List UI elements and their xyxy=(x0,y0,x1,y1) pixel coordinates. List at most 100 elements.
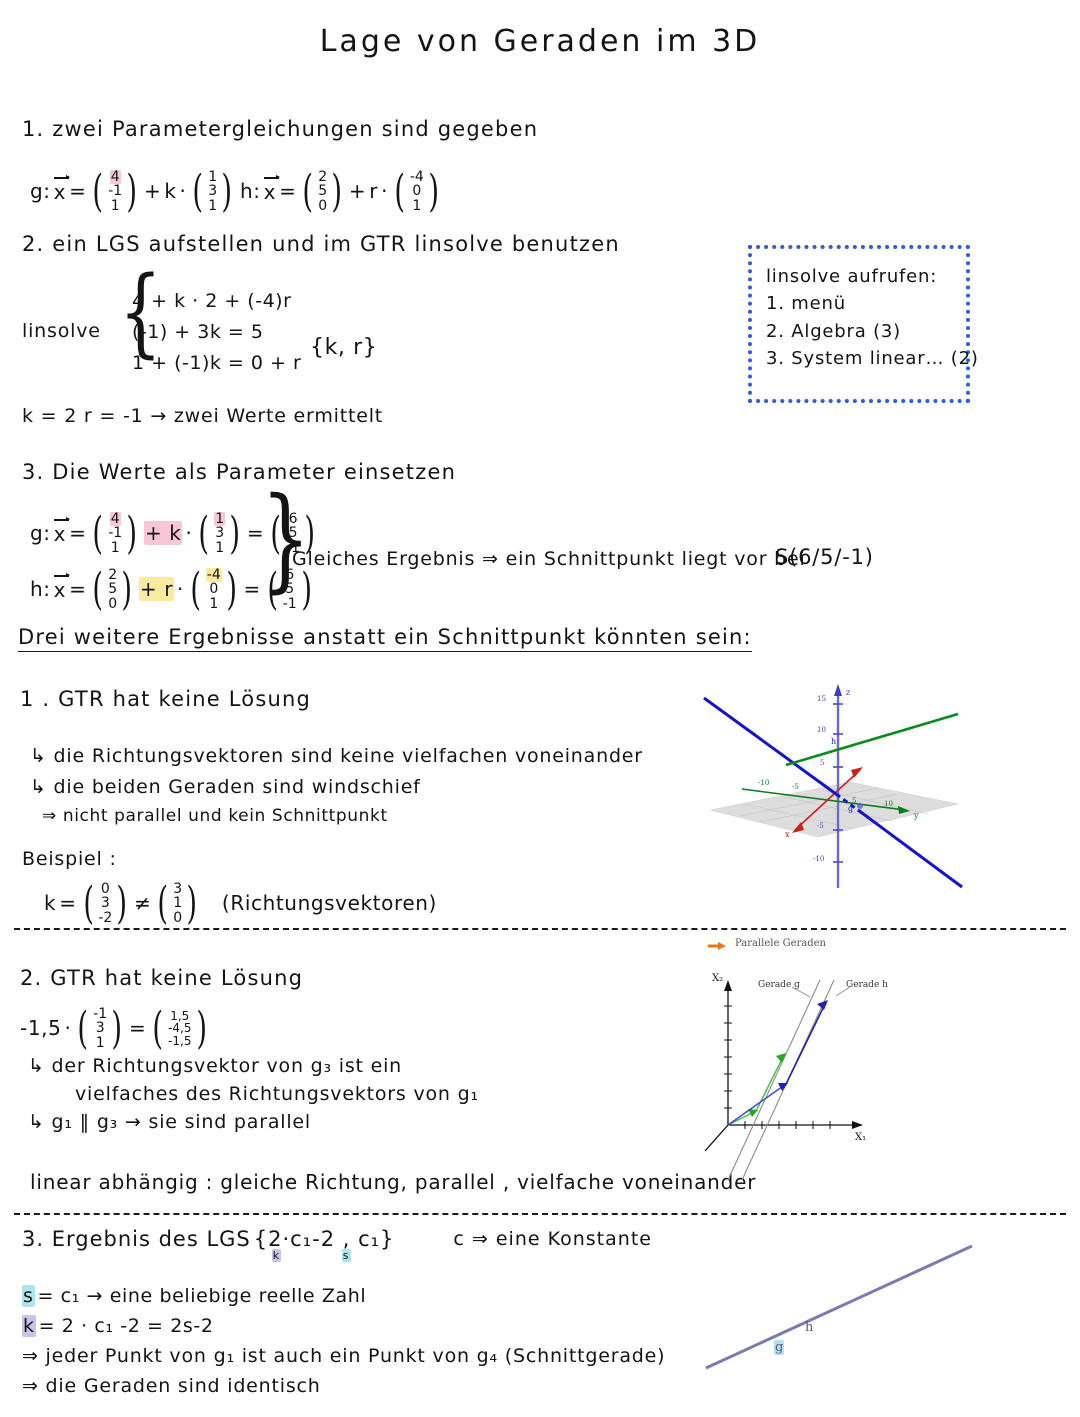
dot-operator: · xyxy=(177,577,185,602)
xy-tick-label: -5 xyxy=(792,783,799,791)
figure-label-h: h xyxy=(805,1320,814,1335)
case2-bullet: ↳ der Richtungsvektor von g₃ ist ein xyxy=(28,1055,403,1077)
figure-identical-lines: h g xyxy=(700,1228,980,1378)
equals-sign: = xyxy=(279,179,297,204)
vector-component: 1 xyxy=(110,539,120,556)
paren-open: ( xyxy=(92,165,104,217)
figure-parallel-lines: Parallele Geraden X₂ X₁ Gerade g Gerade … xyxy=(700,938,975,1190)
case3-line-text: = c₁ → eine beliebige reelle Zahl xyxy=(37,1285,367,1307)
case1-example-equation: k = ( 0 3 -2 ) ≠ ( 3 1 0 ) (Richtungsvek… xyxy=(44,877,437,929)
dot-operator: · xyxy=(185,521,193,546)
line-g-blue xyxy=(703,696,837,796)
solution-set-kr: {k, r} xyxy=(310,335,378,360)
lgs-equation-row: 1 + (-1)k = 0 + r xyxy=(132,351,302,374)
vector-component: 3 xyxy=(215,525,225,542)
figure-line-label-g: g xyxy=(848,804,854,813)
example-vector-a: ( 0 3 -2 ) xyxy=(80,877,132,929)
variable-k: k xyxy=(22,1315,36,1337)
vector-component: 0 xyxy=(108,595,118,612)
section-separator-1 xyxy=(14,928,1066,930)
alternatives-heading: Drei weitere Ergebnisse anstatt ein Schn… xyxy=(18,625,752,652)
lgs-equations: 4 + k · 2 + (-4)r (-1) + 3k = 5 1 + (-1)… xyxy=(132,286,301,378)
vector-component: -1 xyxy=(108,183,123,200)
figure-line-label-h: h xyxy=(831,737,837,746)
g-support-vector: ( 4 -1 1 ) xyxy=(89,507,141,559)
case3-constant-note: c ⇒ eine Konstante xyxy=(453,1228,652,1250)
g-direction-vector: ( 1 3 1 ) xyxy=(195,507,243,559)
figure-label-g: g xyxy=(774,1340,785,1355)
vector-component: 3 xyxy=(208,183,218,200)
step3-heading: 3. Die Werte als Parameter einsetzen xyxy=(22,460,457,484)
not-equal-sign: ≠ xyxy=(134,891,152,916)
case3-heading-row: 3. Ergebnis des LGS {2·c₁-2 , c₁} k s c … xyxy=(22,1227,652,1262)
x1-axis-arrow xyxy=(852,1121,863,1129)
vector-component: -1,5 xyxy=(168,1033,192,1048)
figure-3d-skew-lines: z y x 15 10 5 -5 -10 -10 -5 5 10 h g xyxy=(700,682,970,904)
case2-heading: 2. GTR hat keine Lösung xyxy=(20,966,304,990)
variable-s: s xyxy=(22,1285,35,1307)
case3-line-k: k = 2 · c₁ -2 = 2s-2 xyxy=(22,1315,214,1337)
h-direction-vector: ( -4 0 1 ) xyxy=(187,563,241,615)
paren-close: ) xyxy=(428,165,440,217)
vector-component: 3 xyxy=(173,881,183,897)
z-axis-arrow xyxy=(834,684,842,696)
legend-marker-arrow xyxy=(718,942,726,950)
h-support-vector: ( 2 5 0 ) xyxy=(299,169,345,213)
case3-heading-prefix: 3. Ergebnis des LGS xyxy=(22,1227,251,1251)
step1-heading: 1. zwei Parametergleichungen sind gegebe… xyxy=(22,117,539,141)
equals-sign: = xyxy=(128,1016,147,1041)
linsolve-note-box: linsolve aufrufen: 1. menü 2. Algebra (3… xyxy=(748,245,978,403)
parameter-r: r xyxy=(369,179,379,204)
g-support-vector: ( 4 -1 1 ) xyxy=(89,165,141,217)
case3-line-identical: ⇒ die Geraden sind identisch xyxy=(22,1375,321,1397)
paren-close: ) xyxy=(226,563,238,615)
paren-open: ( xyxy=(394,165,406,217)
case2-scalar-equation: -1,5 · ( -1 3 1 ) = ( 1,5 -4,5 -1,5 ) xyxy=(20,1002,210,1054)
case1-bullet: ↳ die beiden Geraden sind windschief xyxy=(30,776,421,798)
vector-component: 5 xyxy=(108,581,118,598)
skew-lines-svg xyxy=(703,684,963,889)
equals-sign: = xyxy=(69,521,87,546)
paren-open: ( xyxy=(157,877,169,929)
vector-component: 3 xyxy=(95,1020,105,1037)
case3-solution-set-wrap: {2·c₁-2 , c₁} k s xyxy=(254,1227,395,1262)
case2-bullet: ↳ g₁ ‖ g₃ → sie sind parallel xyxy=(28,1111,312,1133)
dot-operator: · xyxy=(381,179,389,204)
x2-axis-arrow xyxy=(724,980,732,991)
vector-component: -4 xyxy=(409,169,424,185)
x-vector-symbol: x xyxy=(263,174,281,205)
case1-bullet: ⇒ nicht parallel und kein Schnittpunkt xyxy=(42,806,388,826)
paren-close: ) xyxy=(126,165,138,217)
subscript-s: s xyxy=(341,1249,351,1262)
vector-component: -2 xyxy=(98,909,113,926)
axis-label-x2: X₂ xyxy=(712,973,724,984)
dot-operator: · xyxy=(64,1016,72,1041)
step1-equation-g: g: x = ( 4 -1 1 ) + k · ( 1 3 1 ) xyxy=(30,165,236,217)
intersection-point: S(6/5/-1) xyxy=(775,545,874,569)
paren-open: ( xyxy=(77,1002,89,1054)
h-direction-vector: ( -4 0 1 ) xyxy=(391,165,443,217)
figure-label-gerade-g: Gerade g xyxy=(758,980,800,990)
paren-open: ( xyxy=(190,563,202,615)
case1-heading: 1 . GTR hat keine Lösung xyxy=(20,687,312,711)
case3-line-text: = 2 · c₁ -2 = 2s-2 xyxy=(38,1315,214,1337)
h-support-vector: ( 2 5 0 ) xyxy=(89,567,135,612)
identical-line xyxy=(705,1244,973,1370)
vector-component: 0 xyxy=(412,183,422,200)
note-item: 2. Algebra (3) xyxy=(766,320,901,342)
case2-bullet: vielfaches des Richtungsvektors von g₁ xyxy=(75,1083,479,1105)
case2-input-vector: ( -1 3 1 ) xyxy=(74,1002,126,1054)
paren-close: ) xyxy=(126,507,138,559)
paren-close: ) xyxy=(116,877,128,929)
paren-open: ( xyxy=(198,507,210,559)
beispiel-label: Beispiel : xyxy=(22,848,117,870)
vector-component: 1 xyxy=(95,1034,105,1051)
section-separator-2 xyxy=(14,1213,1066,1215)
g-direction-vector: ( 1 3 1 ) xyxy=(189,169,235,213)
vector-component: -1 xyxy=(93,1006,108,1022)
parallel-lines-svg xyxy=(704,942,863,1181)
note-title: linsolve aufrufen: xyxy=(766,266,938,287)
g-label: g: xyxy=(30,521,51,546)
parameter-k: k xyxy=(44,891,57,916)
x-vector-symbol: x xyxy=(53,174,71,205)
